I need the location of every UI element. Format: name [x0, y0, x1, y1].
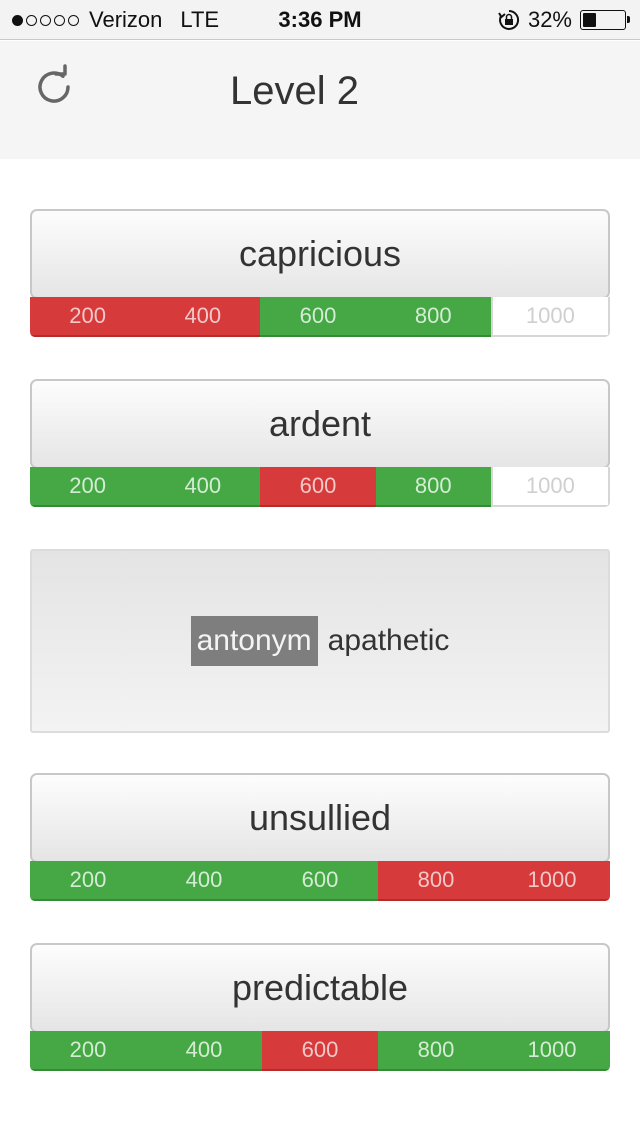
score-bar: 200 400 600 800 1000	[30, 467, 610, 507]
status-right: 32%	[498, 7, 630, 33]
nav-bar: Level 2	[0, 41, 640, 159]
rotation-lock-icon	[498, 9, 519, 30]
battery-icon	[580, 10, 630, 30]
score-segment[interactable]: 800	[378, 861, 494, 901]
word-card: capricious 200 400 600 800 1000	[30, 209, 610, 337]
battery-percent: 32%	[527, 7, 572, 32]
score-segment[interactable]: 200	[30, 297, 146, 337]
refresh-icon	[38, 64, 70, 103]
score-segment[interactable]: 200	[30, 1031, 146, 1071]
word-button[interactable]: unsullied	[30, 773, 610, 863]
score-bar: 200 400 600 800 1000	[30, 1031, 610, 1071]
score-segment[interactable]: 1000	[490, 297, 610, 337]
score-segment[interactable]: 400	[146, 861, 262, 901]
word-card: unsullied 200 400 600 800 1000	[30, 773, 610, 901]
score-segment[interactable]: 400	[145, 297, 261, 337]
score-segment[interactable]: 400	[146, 1031, 262, 1071]
battery-level	[583, 13, 596, 27]
word-button[interactable]: capricious	[30, 209, 610, 299]
score-segment[interactable]: 400	[145, 467, 261, 507]
score-segment[interactable]: 1000	[494, 861, 610, 901]
score-segment[interactable]: 800	[378, 1031, 494, 1071]
page-title: Level 2	[230, 69, 359, 113]
word-button[interactable]: ardent	[30, 379, 610, 469]
score-segment[interactable]: 200	[30, 467, 146, 507]
score-bar: 200 400 600 800 1000	[30, 297, 610, 337]
score-segment[interactable]: 800	[375, 467, 491, 507]
score-segment[interactable]: 600	[260, 467, 376, 507]
score-segment[interactable]: 1000	[494, 1031, 610, 1071]
status-bar: Verizon LTE 3:36 PM 32%	[0, 0, 640, 40]
hint-type-badge: antonym	[190, 616, 318, 666]
word-button[interactable]: predictable	[30, 943, 610, 1033]
hint-card: antonym apathetic	[30, 549, 610, 733]
word-card: ardent 200 400 600 800 1000	[30, 379, 610, 507]
word-card: predictable 200 400 600 800 1000	[30, 943, 610, 1071]
score-segment[interactable]: 1000	[490, 467, 610, 507]
score-segment[interactable]: 600	[262, 1031, 378, 1071]
score-segment[interactable]: 200	[30, 861, 146, 901]
score-bar: 200 400 600 800 1000	[30, 861, 610, 901]
hint-word: apathetic	[327, 624, 450, 657]
score-segment[interactable]: 800	[375, 297, 491, 337]
refresh-button[interactable]	[30, 63, 78, 111]
score-segment[interactable]: 600	[260, 297, 376, 337]
score-segment[interactable]: 600	[262, 861, 378, 901]
